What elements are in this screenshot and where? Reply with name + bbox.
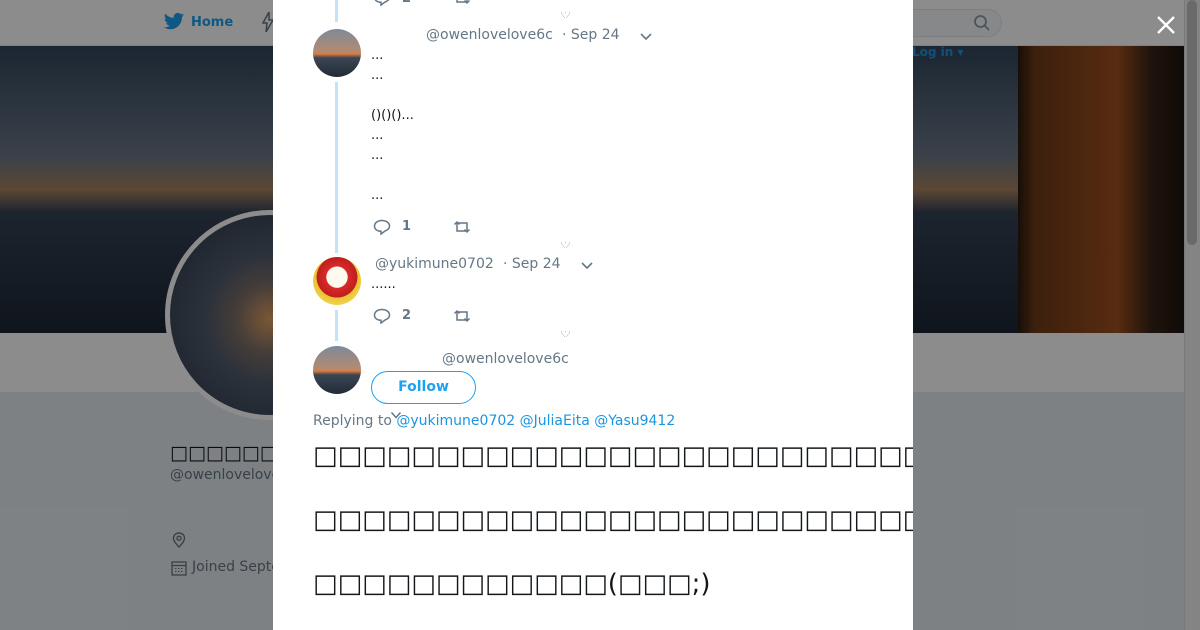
reply-count: 2 [402,308,412,323]
retweet-icon[interactable] [453,308,471,324]
thread-connector-line [335,310,338,341]
chevron-down-icon[interactable] [639,32,653,42]
reply-icon[interactable] [373,308,391,324]
tweet-conversation-modal: 2 ♡ @owenlovelove6c · Sep 24 ... ... ()(… [273,0,913,630]
thread-connector-line [335,82,338,253]
reply-icon[interactable] [373,0,391,6]
tweet-text: ...... [371,277,396,292]
avatar[interactable] [313,29,361,77]
mention-link[interactable]: @JuliaEita [520,413,590,429]
tweet-author-handle[interactable]: @yukimune0702 [375,256,494,272]
close-icon[interactable] [1153,12,1179,38]
tweet-author-handle[interactable]: @owenlovelove6c [442,351,569,367]
thread-connector-line [335,0,338,22]
reply-count: 1 [402,219,412,234]
tweet-text: ... ... ()()()... ... ... ... [371,48,414,203]
tweet-timestamp[interactable]: · Sep 24 [503,256,561,272]
follow-button[interactable]: Follow [371,371,476,404]
tweet-timestamp[interactable]: · Sep 24 [562,27,620,43]
focused-tweet-text: □□□□□□□□□□□□□□□□□□□□□□□□□m(_ _)m □□□□□□□… [313,441,913,599]
reply-icon[interactable] [373,219,391,235]
chevron-down-icon[interactable] [580,261,594,271]
replying-to-label: Replying to [313,413,392,429]
retweet-icon[interactable] [453,0,471,6]
like-icon[interactable]: ♡ [560,331,571,337]
like-icon[interactable]: ♡ [560,12,571,18]
tweet-author-handle[interactable]: @owenlovelove6c [426,27,553,43]
avatar[interactable] [313,346,361,394]
mention-link[interactable]: @Yasu9412 [594,413,675,429]
avatar[interactable] [313,257,361,305]
reply-count: 2 [402,0,411,6]
retweet-icon[interactable] [453,219,471,235]
like-icon[interactable]: ♡ [560,242,571,248]
replying-to-line: Replying to @yukimune0702 @JuliaEita @Ya… [313,413,675,429]
mention-link[interactable]: @yukimune0702 [396,413,515,429]
